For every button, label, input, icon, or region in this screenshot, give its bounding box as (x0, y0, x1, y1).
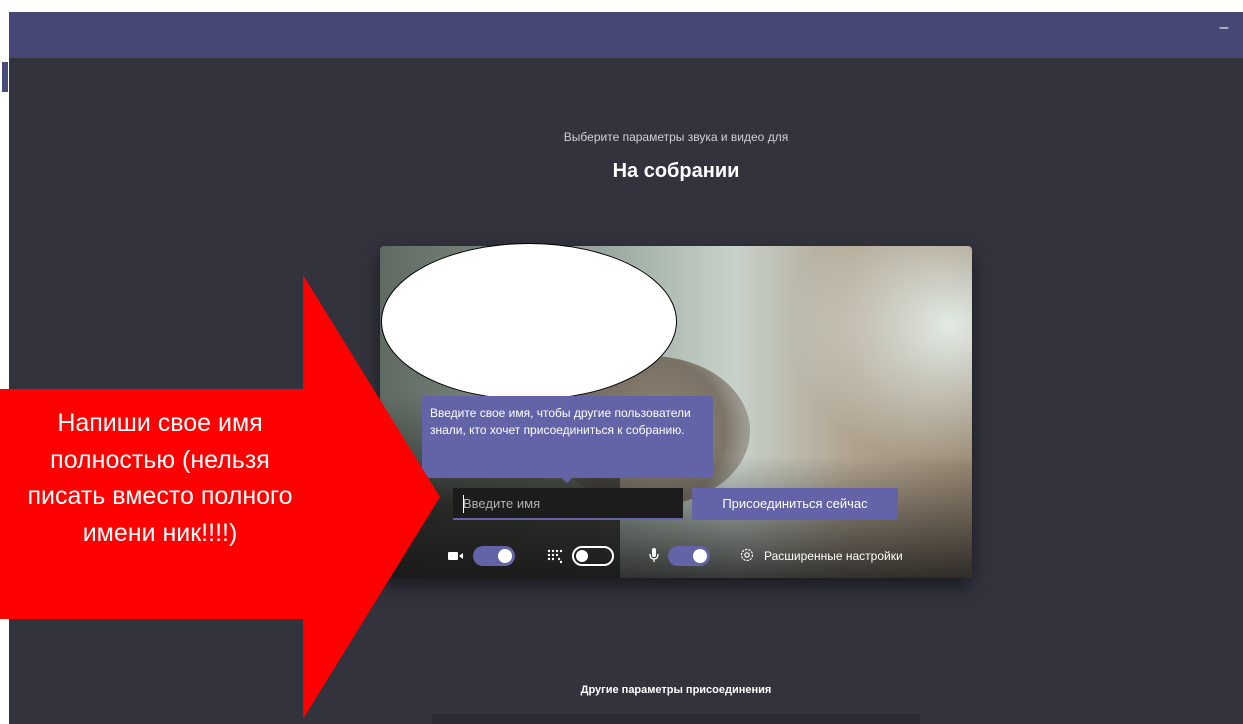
callout-text: Напиши свое имя полностью (нельзя писать… (0, 405, 380, 551)
callout-line-3: писать вместо полного (27, 482, 293, 510)
callout-line-2: полностью (нельзя (50, 445, 270, 474)
callout-line-4: имени ник!!!!) (82, 518, 238, 547)
callout-line-1: Напиши свое имя (57, 409, 263, 437)
arrow-callout (0, 275, 440, 719)
